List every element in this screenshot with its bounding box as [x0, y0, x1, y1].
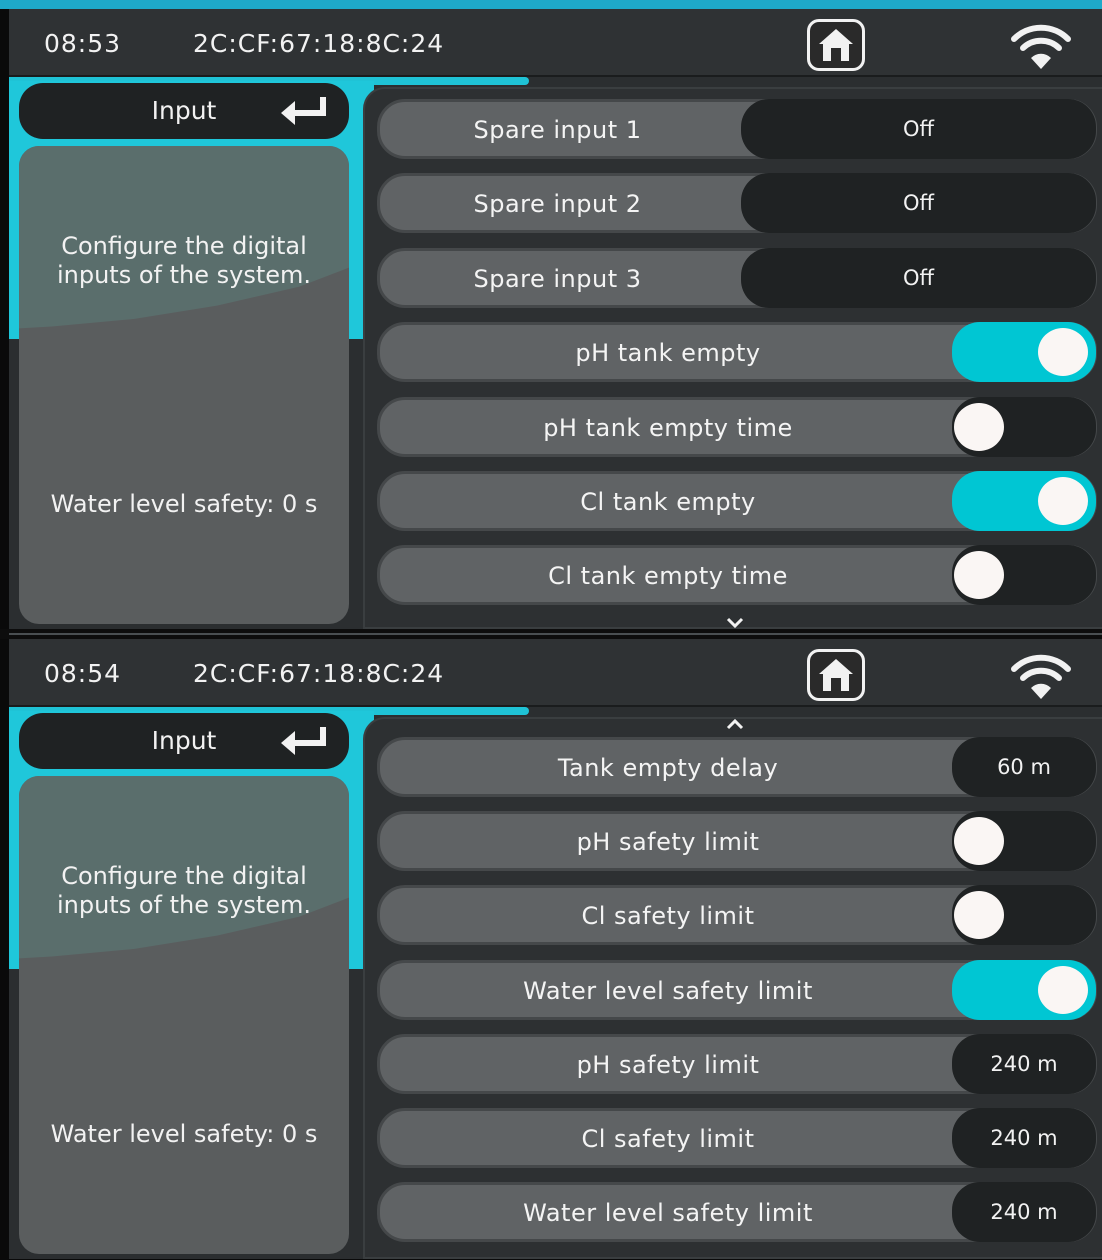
value-selector[interactable]: Off: [741, 173, 1096, 233]
toggle-switch[interactable]: [952, 322, 1096, 382]
list-item[interactable]: Water level safety limit 240 m: [377, 1182, 1097, 1242]
list-item[interactable]: Tank empty delay 60 m: [377, 737, 1097, 797]
row-label: Cl safety limit: [581, 1125, 755, 1153]
list-item[interactable]: Spare input 3 Off: [377, 248, 1097, 308]
value-selector[interactable]: Off: [741, 248, 1096, 308]
toggle-switch[interactable]: [952, 545, 1096, 605]
return-arrow-icon: [281, 97, 326, 125]
row-label: Spare input 3: [473, 265, 642, 293]
list-item[interactable]: Cl safety limit: [377, 885, 1097, 945]
wifi-icon: [1011, 654, 1071, 699]
return-arrow-icon: [281, 727, 326, 755]
status-bar: 08:54 2C:CF:67:18:8C:24: [9, 639, 1102, 707]
chevron-down-icon[interactable]: [725, 616, 745, 629]
row-label: Tank empty delay: [557, 754, 779, 782]
value-selector[interactable]: 60 m: [952, 737, 1096, 797]
mac-address: 2C:CF:67:18:8C:24: [193, 659, 445, 688]
toggle-knob: [954, 551, 1004, 599]
list-item[interactable]: Cl tank empty time: [377, 545, 1097, 605]
settings-list[interactable]: Spare input 1 Off Spare input 2 Off Spar…: [363, 87, 1102, 629]
list-item[interactable]: Spare input 1 Off: [377, 99, 1097, 159]
back-button[interactable]: Input: [19, 713, 349, 769]
toggle-knob: [954, 403, 1004, 451]
list-item[interactable]: pH safety limit: [377, 811, 1097, 871]
toggle-switch[interactable]: [952, 811, 1096, 871]
row-label: Water level safety limit: [523, 977, 813, 1005]
row-label: pH safety limit: [576, 1051, 760, 1079]
clock: 08:54: [44, 659, 122, 688]
settings-list[interactable]: Tank empty delay 60 m pH safety limit Cl…: [363, 717, 1102, 1259]
toggle-knob: [1038, 477, 1088, 525]
list-item[interactable]: Cl safety limit 240 m: [377, 1108, 1097, 1168]
toggle-switch[interactable]: [952, 397, 1096, 457]
toggle-knob: [954, 817, 1004, 865]
list-item[interactable]: Spare input 2 Off: [377, 173, 1097, 233]
chevron-up-icon[interactable]: [725, 717, 745, 731]
toggle-knob: [954, 891, 1004, 939]
list-item[interactable]: Water level safety limit: [377, 960, 1097, 1020]
description: Configure the digital inputs of the syst…: [19, 862, 349, 920]
toggle-switch[interactable]: [952, 885, 1096, 945]
screen-1: 08:53 2C:CF:67:18:8C:24 Input Configure …: [9, 9, 1102, 629]
mac-address: 2C:CF:67:18:8C:24: [193, 29, 445, 58]
screen-divider: [0, 629, 1102, 639]
status-text: Water level safety: 0 s: [50, 490, 318, 518]
toggle-knob: [1038, 966, 1088, 1014]
info-card: Configure the digital inputs of the syst…: [19, 776, 349, 1254]
value-selector[interactable]: 240 m: [952, 1182, 1096, 1242]
list-item[interactable]: Cl tank empty: [377, 471, 1097, 531]
row-label: Cl tank empty time: [548, 562, 788, 590]
wifi-icon: [1011, 24, 1071, 69]
row-label: Cl safety limit: [581, 902, 755, 930]
description: Configure the digital inputs of the syst…: [19, 232, 349, 290]
value-selector[interactable]: 240 m: [952, 1034, 1096, 1094]
row-label: Spare input 2: [473, 190, 642, 218]
top-accent-strip: [0, 0, 1102, 9]
toggle-switch[interactable]: [952, 960, 1096, 1020]
description-line-1: Configure the digital: [61, 232, 307, 260]
home-button[interactable]: [807, 649, 865, 701]
back-button[interactable]: Input: [19, 83, 349, 139]
clock: 08:53: [44, 29, 122, 58]
status-bar: 08:53 2C:CF:67:18:8C:24: [9, 9, 1102, 77]
row-label: pH tank empty: [575, 339, 761, 367]
screen-2: 08:54 2C:CF:67:18:8C:24 Input Configure …: [9, 639, 1102, 1259]
row-label: pH tank empty time: [543, 414, 793, 442]
home-button[interactable]: [807, 19, 865, 71]
value-selector[interactable]: Off: [741, 99, 1096, 159]
list-item[interactable]: pH tank empty time: [377, 397, 1097, 457]
row-label: Cl tank empty: [580, 488, 756, 516]
toggle-switch[interactable]: [952, 471, 1096, 531]
list-item[interactable]: pH safety limit 240 m: [377, 1034, 1097, 1094]
toggle-knob: [1038, 328, 1088, 376]
row-label: Water level safety limit: [523, 1199, 813, 1227]
home-icon: [819, 659, 853, 691]
status-text: Water level safety: 0 s: [50, 1120, 318, 1148]
list-item[interactable]: pH tank empty: [377, 322, 1097, 382]
description-line-2: inputs of the system.: [56, 261, 312, 289]
value-selector[interactable]: 240 m: [952, 1108, 1096, 1168]
description-line-1: Configure the digital: [61, 862, 307, 890]
info-card: Configure the digital inputs of the syst…: [19, 146, 349, 624]
row-label: Spare input 1: [473, 116, 642, 144]
description-line-2: inputs of the system.: [56, 891, 312, 919]
home-icon: [819, 29, 853, 61]
row-label: pH safety limit: [576, 828, 760, 856]
